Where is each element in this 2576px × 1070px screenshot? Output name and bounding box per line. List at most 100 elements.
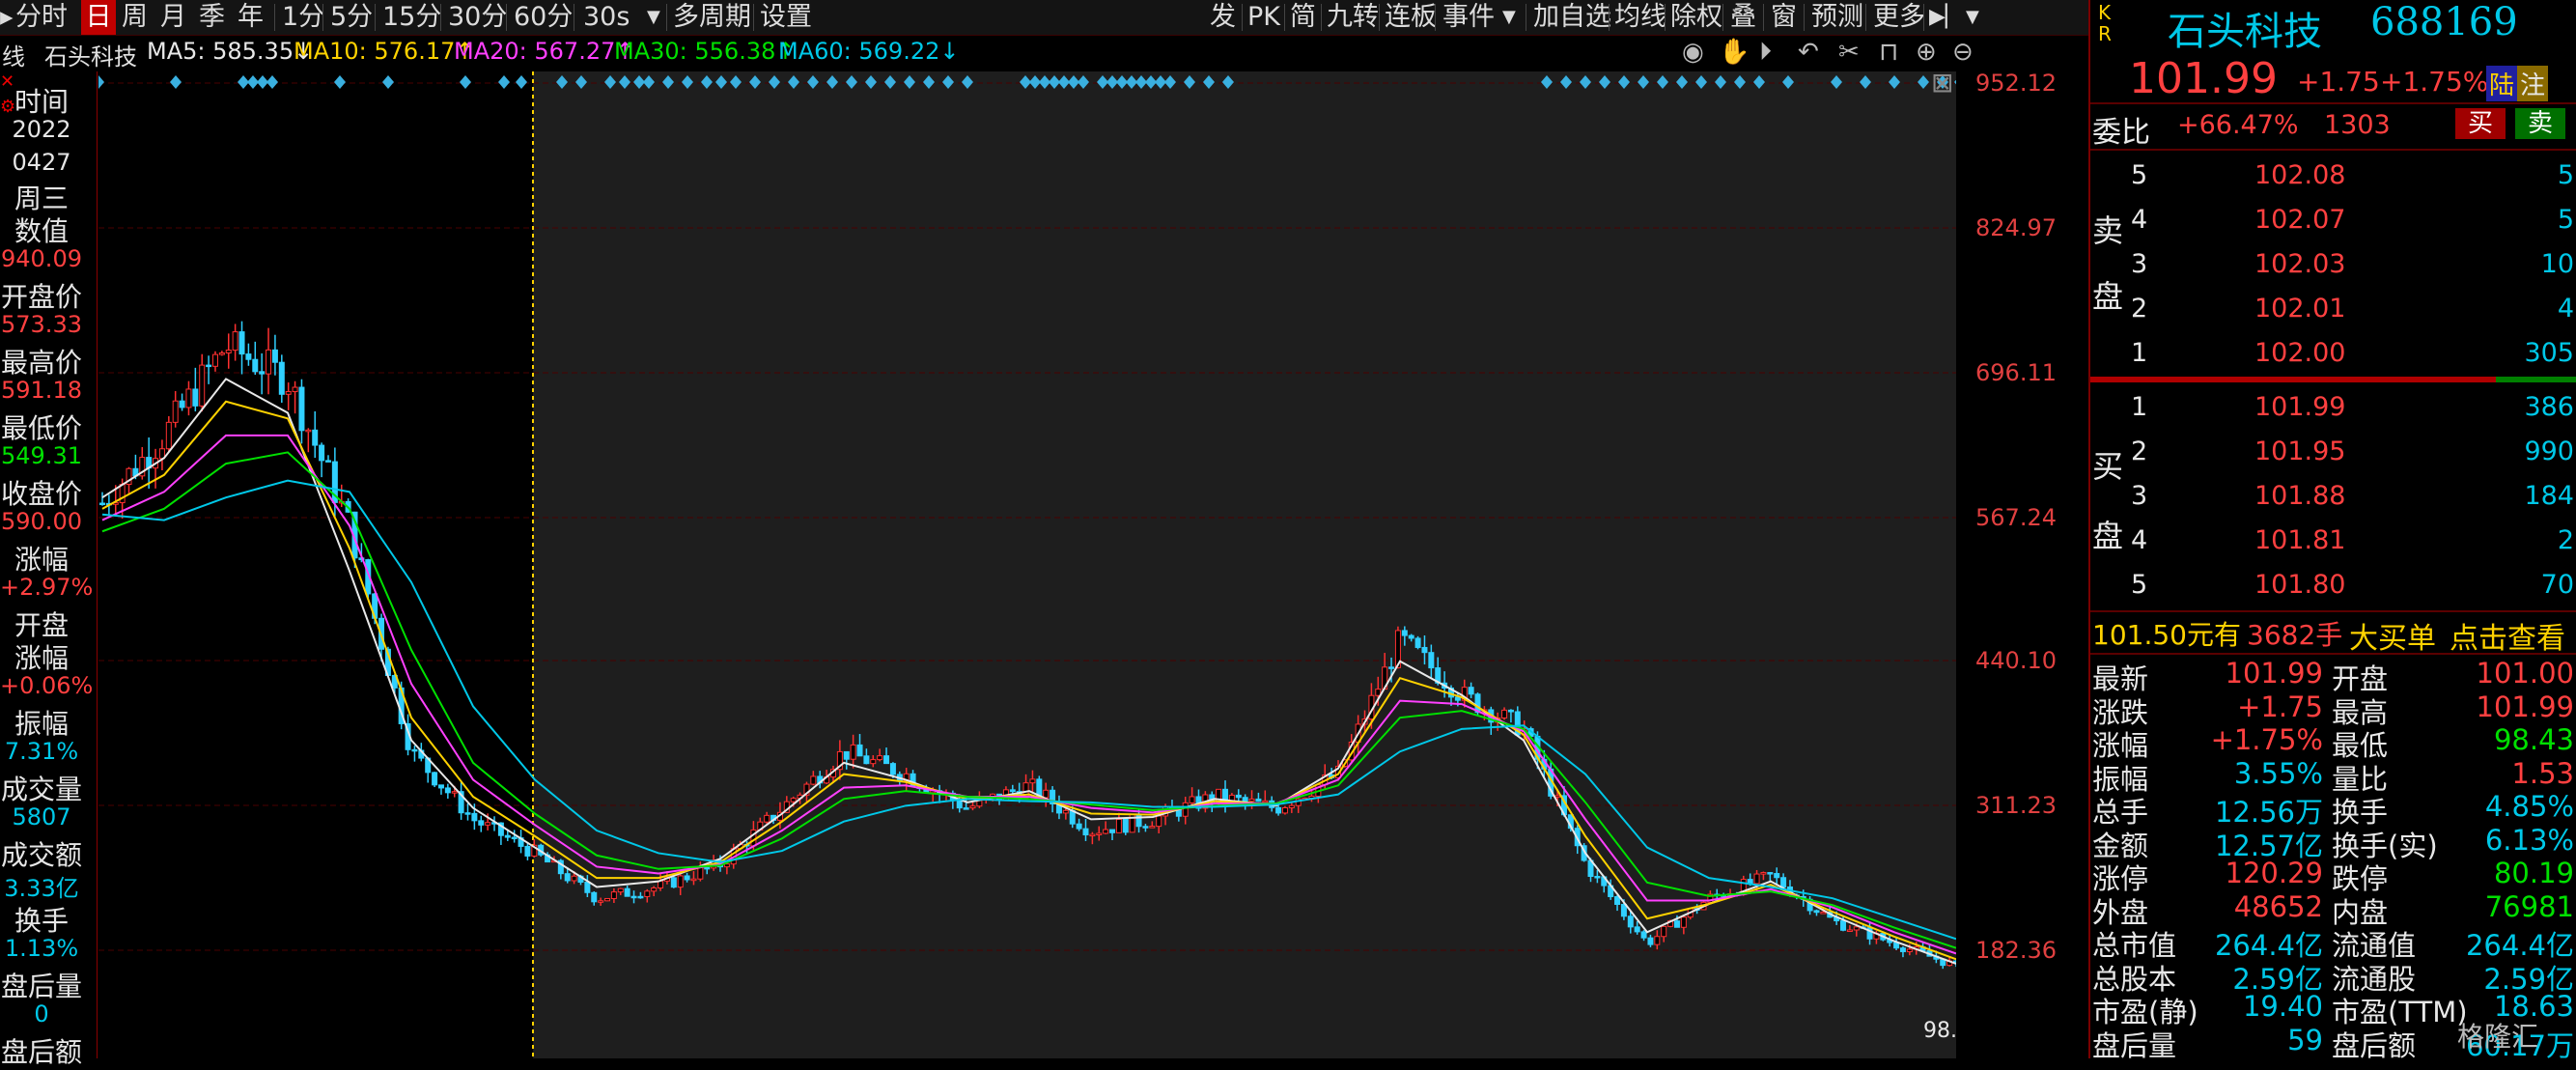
sell-button[interactable]: 卖 bbox=[2515, 108, 2565, 139]
bid-row[interactable]: 5 101.80 70 bbox=[2090, 564, 2576, 606]
last-price: 101.99 bbox=[2129, 54, 2278, 103]
buy-button[interactable]: 买 bbox=[2455, 108, 2506, 139]
candle-body bbox=[883, 755, 890, 765]
candle-body bbox=[651, 887, 658, 892]
ask-row[interactable]: 1 102.00 305 bbox=[2090, 332, 2576, 375]
lp-value-change: +2.97% bbox=[0, 574, 94, 601]
ask-row[interactable]: 2 102.01 4 bbox=[2090, 288, 2576, 330]
lp-value-open-change: +0.06% bbox=[0, 672, 94, 699]
lock-icon[interactable]: ⊓ bbox=[1879, 38, 1898, 67]
lianban-button[interactable]: 连板 bbox=[1385, 0, 1437, 35]
lp-value-high: 591.18 bbox=[1, 377, 82, 404]
event-button[interactable]: 事件 bbox=[1442, 0, 1495, 35]
kline-svg[interactable]: 98.43 bbox=[93, 71, 2020, 1058]
tab-fenshi[interactable]: 分时 bbox=[15, 0, 75, 35]
bid-row[interactable]: 4 101.81 2 bbox=[2090, 520, 2576, 562]
eye-icon[interactable]: ◉ bbox=[1682, 38, 1704, 67]
candle-body bbox=[1640, 931, 1647, 939]
tab-1min[interactable]: 1分 bbox=[282, 0, 324, 35]
cut-icon[interactable]: ✂ bbox=[1838, 38, 1860, 67]
tab-5min[interactable]: 5分 bbox=[330, 0, 373, 35]
ask-row[interactable]: 4 102.07 5 bbox=[2090, 199, 2576, 241]
bid-row[interactable]: 3 101.88 184 bbox=[2090, 475, 2576, 518]
candle-body bbox=[245, 353, 252, 360]
lp-label-turnover: 成交额 bbox=[0, 839, 82, 871]
candle-body bbox=[624, 887, 630, 897]
chart-close-icon[interactable]: ⊠ bbox=[1931, 67, 1953, 99]
ob-level: 5 bbox=[2131, 570, 2148, 600]
candle-body bbox=[1846, 929, 1853, 932]
overlay-button[interactable]: 叠 bbox=[1730, 0, 1756, 35]
tab-season[interactable]: 季 bbox=[199, 0, 228, 35]
forecast-button[interactable]: 预测 bbox=[1811, 0, 1863, 35]
candle-body bbox=[271, 349, 278, 363]
candle-body bbox=[411, 748, 418, 752]
lp-value-amplitude: 7.31% bbox=[4, 738, 79, 765]
tab-60min[interactable]: 60分 bbox=[514, 0, 573, 35]
weibi-label: 委比 bbox=[2092, 116, 2150, 150]
settings-button[interactable]: 设置 bbox=[760, 0, 812, 35]
ob-level: 2 bbox=[2131, 294, 2148, 324]
candle-body bbox=[1408, 634, 1414, 639]
tab-30min[interactable]: 30分 bbox=[448, 0, 507, 35]
candle-body bbox=[956, 800, 963, 809]
candle-body bbox=[1248, 798, 1255, 802]
ask-row[interactable]: 5 102.08 5 bbox=[2090, 155, 2576, 197]
kline-chart[interactable]: 98.43 952.12824.97696.11567.24440.10311.… bbox=[93, 67, 2057, 1058]
price-change-pct: +1.75% bbox=[2380, 66, 2489, 98]
zoom-out-icon[interactable]: ⊖ bbox=[1952, 38, 1974, 67]
hand-icon[interactable]: ✋ bbox=[1719, 38, 1750, 67]
tab-30s[interactable]: 30s bbox=[583, 0, 630, 35]
ma-legend: 线 石头科技 MA5: 585.35↓ MA10: 576.17↑ MA20: … bbox=[0, 36, 2090, 70]
more-button[interactable]: 更多 bbox=[1873, 0, 1925, 35]
candle-body bbox=[1281, 806, 1288, 814]
dropdown-icon[interactable]: ▼ bbox=[647, 0, 662, 35]
candle-body bbox=[637, 895, 644, 899]
undo-icon[interactable]: ↶ bbox=[1798, 38, 1819, 67]
tab-multi-period[interactable]: 多周期 bbox=[673, 0, 751, 35]
tab-day[interactable]: 日 bbox=[81, 0, 116, 35]
crosshair-info-panel: 时间 2022 0427 周三 数值 940.09 开盘价 573.33 最高价… bbox=[0, 71, 98, 1068]
play-icon[interactable]: ⏵ bbox=[1759, 38, 1772, 68]
more-dropdown-icon[interactable]: ▼ bbox=[1966, 0, 1979, 35]
bid-row[interactable]: 2 101.95 990 bbox=[2090, 431, 2576, 473]
candle-body bbox=[1428, 652, 1435, 669]
stat-value: +1.75% bbox=[2210, 723, 2323, 756]
simple-button[interactable]: 简 bbox=[1290, 0, 1316, 35]
candle-body bbox=[670, 877, 677, 888]
event-dropdown-icon[interactable]: ▼ bbox=[1502, 0, 1516, 35]
ask-row[interactable]: 3 102.03 10 bbox=[2090, 243, 2576, 286]
candle-body bbox=[292, 386, 298, 393]
lp-label-after-amt: 盘后额 bbox=[0, 1036, 82, 1068]
candle-body bbox=[185, 388, 192, 408]
candle-body bbox=[99, 502, 105, 506]
panel-gear-icon[interactable]: ⚙ bbox=[0, 97, 15, 117]
jiuzhuan-button[interactable]: 九转 bbox=[1327, 0, 1379, 35]
tab-year[interactable]: 年 bbox=[238, 0, 266, 35]
lp-label-volume: 成交量 bbox=[0, 774, 82, 805]
collapse-panel-icon[interactable]: ▶▏ bbox=[1929, 0, 1962, 35]
bid-row[interactable]: 1 101.99 386 bbox=[2090, 386, 2576, 429]
lp-label-high: 最高价 bbox=[0, 347, 82, 379]
panel-close-icon[interactable]: ✕ bbox=[0, 71, 14, 92]
zoom-in-icon[interactable]: ⊕ bbox=[1916, 38, 1937, 67]
tb-arrow-icon[interactable]: ▸ bbox=[0, 0, 14, 35]
big-order-link[interactable]: 点击查看 bbox=[2450, 614, 2565, 657]
stat-value: 101.99 bbox=[2476, 690, 2574, 723]
ob-level: 4 bbox=[2131, 525, 2148, 555]
window-button[interactable]: 窗 bbox=[1771, 0, 1797, 35]
tab-15min[interactable]: 15分 bbox=[382, 0, 441, 35]
exright-button[interactable]: 除权 bbox=[1670, 0, 1722, 35]
pk-button[interactable]: PK bbox=[1247, 0, 1280, 35]
stat-value: 80.19 bbox=[2493, 857, 2574, 889]
ob-price: 102.08 bbox=[2254, 160, 2346, 190]
add-watchlist-button[interactable]: 加自选 bbox=[1533, 0, 1611, 35]
price-tick-label: 824.97 bbox=[1975, 214, 2057, 241]
tab-week[interactable]: 周 bbox=[122, 0, 151, 35]
ma-button[interactable]: 均线 bbox=[1614, 0, 1666, 35]
publish-button[interactable]: 发 bbox=[1210, 0, 1236, 35]
candle-body bbox=[285, 391, 292, 395]
stat-row: 总市值 264.4亿 流通值 264.4亿 bbox=[2090, 923, 2576, 962]
tab-month[interactable]: 月 bbox=[160, 0, 189, 35]
stat-value: 59 bbox=[2287, 1023, 2323, 1056]
